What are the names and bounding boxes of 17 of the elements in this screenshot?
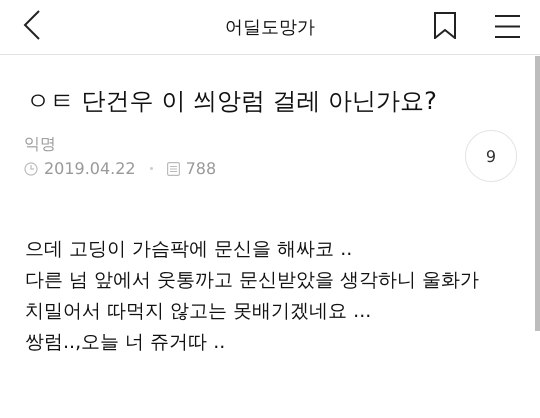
document-icon	[166, 162, 180, 176]
body-text-line: 쌍럼..,오늘 너 쥬거따 ..	[25, 330, 226, 355]
post-date: 2019.04.22	[44, 159, 136, 178]
author-name: 익명	[24, 134, 56, 155]
separator-dot	[150, 167, 153, 170]
menu-icon[interactable]	[495, 14, 520, 39]
back-icon[interactable]	[23, 10, 41, 40]
post-title: ㅇㅌ 단건우 이 씌앙럼 걸레 아닌가요?	[26, 86, 437, 117]
comment-count-button[interactable]: 9	[465, 130, 517, 182]
board-title: 어딜도망가	[225, 16, 315, 39]
bookmark-icon[interactable]	[434, 12, 456, 39]
body-text-line: 다른 넘 앞에서 웃통까고 문신받았을 생각하니 울화가	[25, 268, 480, 293]
scrollbar[interactable]	[535, 56, 540, 331]
clock-icon	[24, 162, 38, 176]
body-text-line: 으데 고딩이 가슴팍에 문신을 해싸코 ..	[25, 237, 352, 262]
body-text-line: 치밀어서 따먹지 않고는 못배기겠네요 ...	[25, 299, 372, 324]
view-count: 788	[186, 159, 216, 178]
